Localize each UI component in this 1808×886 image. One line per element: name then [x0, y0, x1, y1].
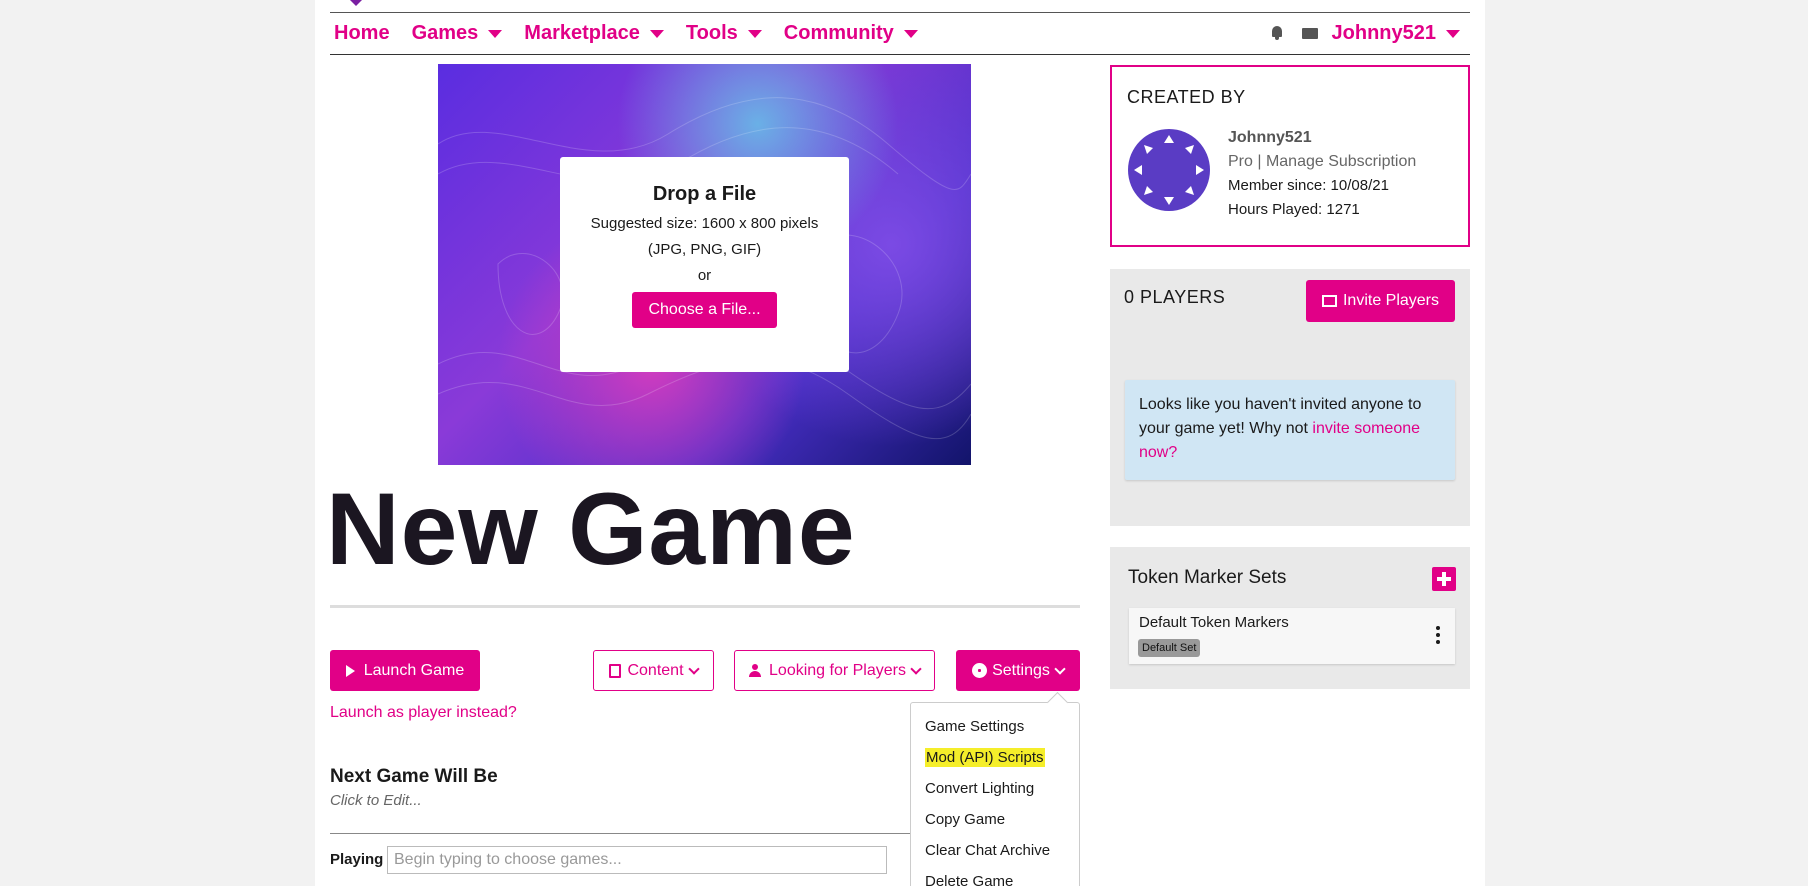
- settings-button[interactable]: Settings: [956, 650, 1080, 691]
- token-marker-panel: Token Marker Sets Default Token Markers …: [1110, 547, 1470, 689]
- main-nav: Home Games Marketplace Tools Community: [334, 18, 940, 48]
- format-hint: (JPG, PNG, GIF): [647, 241, 762, 258]
- invite-players-button[interactable]: Invite Players: [1306, 280, 1455, 322]
- caret-down-icon: [649, 30, 664, 38]
- launch-game-button[interactable]: Launch Game: [330, 650, 480, 691]
- user-menu-label: Johnny521: [1331, 21, 1436, 44]
- title-divider: [330, 605, 1080, 608]
- subscription-link[interactable]: Pro | Manage Subscription: [1228, 153, 1416, 171]
- menu-item-game-settings[interactable]: Game Settings: [911, 711, 1079, 742]
- content-button[interactable]: Content: [593, 650, 714, 691]
- token-set-name: Default Token Markers: [1139, 614, 1289, 631]
- banner-dropzone[interactable]: Drop a File Suggested size: 1600 x 800 p…: [438, 64, 971, 465]
- creator-name[interactable]: Johnny521: [1228, 129, 1312, 147]
- or-label: or: [697, 267, 712, 284]
- menu-item-delete-game[interactable]: Delete Game: [911, 866, 1079, 886]
- mail-icon[interactable]: [1301, 27, 1318, 39]
- menu-item-clear-chat[interactable]: Clear Chat Archive: [911, 835, 1079, 866]
- playing-input[interactable]: [387, 846, 887, 874]
- players-panel: 0 PLAYERS Invite Players Looks like you …: [1110, 269, 1470, 526]
- next-game-heading: Next Game Will Be: [330, 766, 498, 787]
- menu-item-mod-scripts-label: Mod (API) Scripts: [925, 748, 1045, 767]
- nav-home-label: Home: [334, 21, 390, 44]
- nav-divider: [330, 54, 1470, 55]
- users-icon: [749, 664, 763, 677]
- user-menu[interactable]: Johnny521: [1332, 22, 1460, 45]
- nav-home[interactable]: Home: [334, 22, 390, 45]
- default-set-badge: Default Set: [1138, 639, 1201, 657]
- nav-marketplace-label: Marketplace: [524, 21, 640, 44]
- logo-fragment: [350, 0, 362, 6]
- players-count: 0 PLAYERS: [1124, 287, 1226, 307]
- avatar-pattern-icon: [1134, 135, 1204, 205]
- chevron-down-icon: [687, 662, 700, 675]
- next-game-edit[interactable]: Click to Edit...: [330, 792, 422, 809]
- nav-community[interactable]: Community: [784, 22, 918, 45]
- invite-players-label: Invite Players: [1342, 292, 1440, 309]
- content-label: Content: [627, 661, 684, 679]
- settings-dropdown: Game Settings Mod (API) Scripts Convert …: [910, 702, 1080, 886]
- hours-played: Hours Played: 1271: [1228, 201, 1360, 218]
- choose-file-button[interactable]: Choose a File...: [632, 292, 777, 328]
- settings-label: Settings: [992, 661, 1050, 679]
- looking-for-players-button[interactable]: Looking for Players: [734, 650, 935, 691]
- caret-down-icon: [903, 30, 918, 38]
- menu-item-mod-scripts[interactable]: Mod (API) Scripts: [911, 742, 1079, 773]
- created-by-panel: CREATED BY Johnny521 Pro | Manage Subscr…: [1110, 65, 1470, 247]
- invite-info-box: Looks like you haven't invited anyone to…: [1125, 380, 1455, 480]
- drop-file-box: Drop a File Suggested size: 1600 x 800 p…: [560, 157, 849, 372]
- game-title[interactable]: New Game: [326, 478, 856, 580]
- launch-as-player-link[interactable]: Launch as player instead?: [330, 704, 517, 722]
- kebab-menu-icon[interactable]: [1436, 626, 1440, 644]
- next-game-divider: [330, 833, 910, 834]
- menu-item-convert-lighting[interactable]: Convert Lighting: [911, 773, 1079, 804]
- bell-icon[interactable]: [1270, 25, 1284, 41]
- nav-tools[interactable]: Tools: [686, 22, 762, 45]
- caret-down-icon: [747, 30, 762, 38]
- token-marker-heading: Token Marker Sets: [1128, 567, 1287, 588]
- play-icon: [345, 664, 355, 677]
- launch-game-label: Launch Game: [363, 661, 465, 679]
- created-by-heading: CREATED BY: [1127, 87, 1246, 107]
- avatar[interactable]: [1128, 129, 1210, 211]
- nav-tools-label: Tools: [685, 21, 738, 44]
- caret-down-icon: [1446, 30, 1460, 38]
- envelope-icon: [1321, 295, 1337, 307]
- chevron-down-icon: [1054, 662, 1066, 675]
- lfp-label: Looking for Players: [769, 661, 906, 679]
- nav-marketplace[interactable]: Marketplace: [524, 22, 664, 45]
- member-since: Member since: 10/08/21: [1228, 177, 1389, 194]
- caret-down-icon: [488, 30, 503, 38]
- nav-games[interactable]: Games: [412, 22, 503, 45]
- size-hint: Suggested size: 1600 x 800 pixels: [590, 215, 819, 232]
- document-icon: [609, 663, 622, 678]
- playing-label: Playing: [330, 851, 384, 868]
- chevron-down-icon: [910, 662, 922, 675]
- drop-title: Drop a File: [652, 183, 757, 205]
- top-divider: [330, 12, 1470, 13]
- gear-icon: [972, 663, 988, 678]
- menu-item-copy-game[interactable]: Copy Game: [911, 804, 1079, 835]
- nav-right: Johnny521: [1270, 18, 1460, 48]
- nav-community-label: Community: [783, 21, 894, 44]
- token-set-row: Default Token Markers Default Set: [1129, 608, 1455, 664]
- add-token-set-button[interactable]: [1432, 567, 1456, 591]
- nav-games-label: Games: [411, 21, 479, 44]
